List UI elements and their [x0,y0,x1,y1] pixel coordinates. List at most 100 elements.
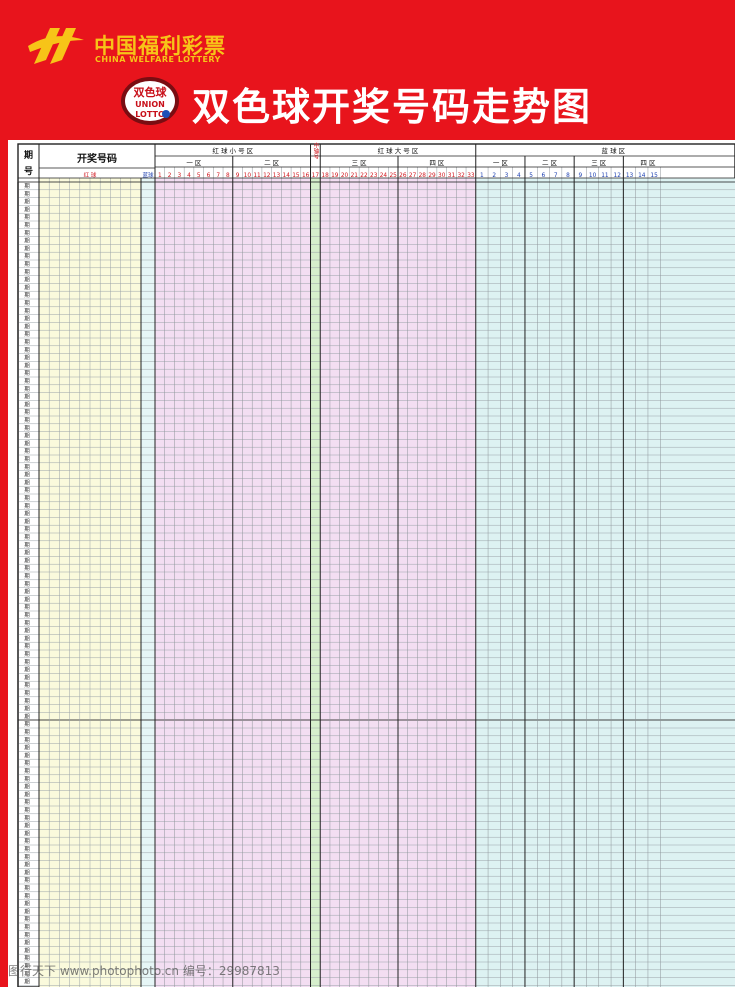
period-row-label: 期 [24,706,30,713]
red-number-17: 17 [312,173,320,179]
period-row-label: 期 [24,620,30,627]
period-row-label: 期 [24,659,30,666]
watermark: 图行天下 www.photophoto.cn 编号：29987813 [8,964,280,978]
page-title: 双色球开奖号码走势图 [192,85,593,129]
blue-result-area [141,178,155,987]
red-number-19: 19 [331,173,339,179]
period-row-label: 期 [24,370,30,377]
red-small-zone-header: 红 球 小 号 区 [212,146,253,155]
period-row-label: 期 [24,245,30,252]
period-row-label: 期 [24,183,30,190]
blue-number-5: 5 [529,173,533,179]
period-row-label: 期 [24,409,30,416]
winning-numbers-header: 开奖号码 [77,152,117,165]
period-row-label: 期 [24,760,30,767]
period-row-label: 期 [24,846,30,853]
red-number-33: 33 [467,173,475,179]
period-row-label: 期 [24,550,30,557]
red-number-6: 6 [207,173,211,179]
period-row-label: 期 [24,401,30,408]
period-row-label: 期 [24,674,30,681]
period-row-label: 期 [24,534,30,541]
blue-zone-header: 蓝 球 区 [602,146,626,155]
period-row-label: 期 [24,979,30,986]
red-number-2: 2 [168,173,172,179]
period-row-label: 期 [24,830,30,837]
red-number-25: 25 [389,173,397,179]
period-row-label: 期 [24,807,30,814]
period-row-label: 期 [24,557,30,564]
period-row-label: 期 [24,667,30,674]
period-row-label: 期 [24,308,30,315]
red-number-21: 21 [351,173,359,179]
period-row-label: 期 [24,729,30,736]
period-row-label: 期 [24,815,30,822]
period-row-label: 期 [24,869,30,876]
period-row-label: 期 [24,721,30,728]
blue-zone-4-header: 四 区 [640,159,656,167]
red-number-20: 20 [341,173,349,179]
red-number-26: 26 [399,173,407,179]
period-row-label: 期 [24,417,30,424]
trend-grid: 期期期期期期期期期期期期期期期期期期期期期期期期期期期期期期期期期期期期期期期期… [17,142,735,987]
period-row-label: 期 [24,752,30,759]
period-row-label: 期 [24,277,30,284]
period-row-label: 期 [24,394,30,401]
period-row-label: 期 [24,323,30,330]
middle-column-area [310,178,321,987]
period-row-label: 期 [24,253,30,260]
period-row-label: 期 [24,612,30,619]
zone-3-header: 三 区 [352,159,368,167]
period-row-label: 期 [24,893,30,900]
red-number-32: 32 [457,173,465,179]
period-row-label: 期 [24,947,30,954]
period-row-label: 期 [24,362,30,369]
blue-ball-label: 蓝球 [142,171,154,179]
period-row-label: 期 [24,862,30,869]
red-number-18: 18 [321,173,329,179]
period-row-label: 期 [24,214,30,221]
period-row-label: 期 [24,573,30,580]
period-row-label: 期 [24,604,30,611]
period-row-label: 期 [24,908,30,915]
red-number-11: 11 [253,173,261,179]
red-number-4: 4 [187,173,191,179]
period-row-label: 期 [24,495,30,502]
period-row-label: 期 [24,347,30,354]
middle-column-header: 中轴号 [312,142,319,161]
period-row-label: 期 [24,300,30,307]
zone-1-header: 一 区 [186,159,202,167]
period-row-label: 期 [24,284,30,291]
red-number-22: 22 [360,173,368,179]
period-row-label: 期 [24,503,30,510]
red-number-12: 12 [263,173,271,179]
blue-number-15: 15 [650,173,658,179]
blue-zone-area [475,178,735,987]
period-row-label: 期 [24,635,30,642]
period-row-label: 期 [24,339,30,346]
period-row-label: 期 [24,238,30,245]
period-row-label: 期 [24,838,30,845]
period-row-label: 期 [24,331,30,338]
period-row-label: 期 [24,440,30,447]
period-row-label: 期 [24,698,30,705]
welfare-lottery-logo-icon [28,28,84,64]
period-row-label: 期 [24,355,30,362]
period-row-label: 期 [24,487,30,494]
blue-number-3: 3 [505,173,509,179]
period-row-label: 期 [24,651,30,658]
blue-number-4: 4 [517,173,521,179]
period-row-label: 期 [24,222,30,229]
period-row-label: 期 [24,823,30,830]
period-row-label: 期 [24,464,30,471]
red-number-30: 30 [438,173,446,179]
period-row-label: 期 [24,628,30,635]
period-row-label: 期 [24,581,30,588]
period-row-label: 期 [24,901,30,908]
period-header-2: 号 [24,166,33,177]
red-number-1: 1 [158,173,162,179]
period-row-label: 期 [24,791,30,798]
period-row-label: 期 [24,596,30,603]
blue-number-14: 14 [638,173,646,179]
zone-2-header: 二 区 [264,159,280,167]
